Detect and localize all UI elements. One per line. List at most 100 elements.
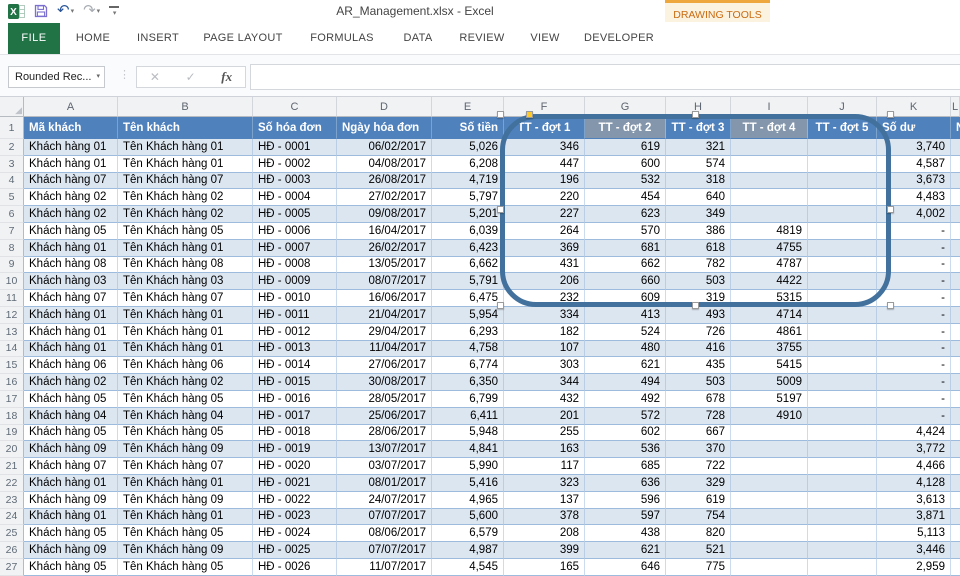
cell-A24[interactable]: Khách hàng 01: [24, 509, 118, 526]
cell-C9[interactable]: HĐ - 0008: [253, 257, 337, 274]
cell-L11[interactable]: [951, 290, 960, 307]
cell-L3[interactable]: [951, 156, 960, 173]
cell-H22[interactable]: 329: [666, 475, 731, 492]
cell-K20[interactable]: 3,772: [877, 441, 951, 458]
cell-E4[interactable]: 4,719: [432, 173, 504, 190]
row-header-1[interactable]: 1: [0, 117, 24, 139]
cell-A2[interactable]: Khách hàng 01: [24, 139, 118, 156]
cell-B18[interactable]: Tên Khách hàng 04: [118, 408, 253, 425]
cell-H23[interactable]: 619: [666, 492, 731, 509]
row-header-9[interactable]: 9: [0, 257, 24, 274]
cell-D20[interactable]: 13/07/2017: [337, 441, 432, 458]
row-header-27[interactable]: 27: [0, 559, 24, 576]
header-cell[interactable]: N: [951, 117, 960, 139]
tab-page-layout[interactable]: PAGE LAYOUT: [203, 22, 282, 54]
cell-A16[interactable]: Khách hàng 02: [24, 374, 118, 391]
cell-B19[interactable]: Tên Khách hàng 05: [118, 425, 253, 442]
cell-J12[interactable]: [808, 307, 877, 324]
cell-E9[interactable]: 6,662: [432, 257, 504, 274]
cell-A11[interactable]: Khách hàng 07: [24, 290, 118, 307]
cell-I27[interactable]: [731, 559, 808, 576]
cell-K12[interactable]: -: [877, 307, 951, 324]
cell-B16[interactable]: Tên Khách hàng 02: [118, 374, 253, 391]
cell-D10[interactable]: 08/07/2017: [337, 273, 432, 290]
cell-I17[interactable]: 5197: [731, 391, 808, 408]
row-header-3[interactable]: 3: [0, 156, 24, 173]
cell-F19[interactable]: 255: [504, 425, 585, 442]
shape-resize-handle[interactable]: [497, 206, 504, 213]
cell-D6[interactable]: 09/08/2017: [337, 206, 432, 223]
tab-insert[interactable]: INSERT: [137, 22, 179, 54]
cell-A27[interactable]: Khách hàng 05: [24, 559, 118, 576]
cell-K17[interactable]: -: [877, 391, 951, 408]
row-header-2[interactable]: 2: [0, 139, 24, 156]
cell-J19[interactable]: [808, 425, 877, 442]
row-header-24[interactable]: 24: [0, 509, 24, 526]
cell-E8[interactable]: 6,423: [432, 240, 504, 257]
cell-J15[interactable]: [808, 357, 877, 374]
cell-L7[interactable]: [951, 223, 960, 240]
cell-A6[interactable]: Khách hàng 02: [24, 206, 118, 223]
cell-J27[interactable]: [808, 559, 877, 576]
cell-L26[interactable]: [951, 542, 960, 559]
cell-C15[interactable]: HĐ - 0014: [253, 357, 337, 374]
cell-F14[interactable]: 107: [504, 341, 585, 358]
cell-G17[interactable]: 492: [585, 391, 666, 408]
cell-H19[interactable]: 667: [666, 425, 731, 442]
cell-L19[interactable]: [951, 425, 960, 442]
cell-C2[interactable]: HĐ - 0001: [253, 139, 337, 156]
cell-A22[interactable]: Khách hàng 01: [24, 475, 118, 492]
cell-L27[interactable]: [951, 559, 960, 576]
row-header-19[interactable]: 19: [0, 425, 24, 442]
cell-A5[interactable]: Khách hàng 02: [24, 189, 118, 206]
cell-H27[interactable]: 775: [666, 559, 731, 576]
cell-B4[interactable]: Tên Khách hàng 07: [118, 173, 253, 190]
cell-L18[interactable]: [951, 408, 960, 425]
cell-B25[interactable]: Tên Khách hàng 05: [118, 525, 253, 542]
cell-F23[interactable]: 137: [504, 492, 585, 509]
cell-C21[interactable]: HĐ - 0020: [253, 458, 337, 475]
cell-L5[interactable]: [951, 189, 960, 206]
cell-B24[interactable]: Tên Khách hàng 01: [118, 509, 253, 526]
cell-J16[interactable]: [808, 374, 877, 391]
cell-A26[interactable]: Khách hàng 09: [24, 542, 118, 559]
cell-I22[interactable]: [731, 475, 808, 492]
cell-H26[interactable]: 521: [666, 542, 731, 559]
cell-E14[interactable]: 4,758: [432, 341, 504, 358]
cell-C18[interactable]: HĐ - 0017: [253, 408, 337, 425]
cell-E23[interactable]: 4,965: [432, 492, 504, 509]
shape-resize-handle[interactable]: [497, 302, 504, 309]
cell-G22[interactable]: 636: [585, 475, 666, 492]
cell-L23[interactable]: [951, 492, 960, 509]
cell-B10[interactable]: Tên Khách hàng 03: [118, 273, 253, 290]
row-header-8[interactable]: 8: [0, 240, 24, 257]
cell-A4[interactable]: Khách hàng 07: [24, 173, 118, 190]
cell-J14[interactable]: [808, 341, 877, 358]
cell-E17[interactable]: 6,799: [432, 391, 504, 408]
header-cell[interactable]: Ngày hóa đơn: [337, 117, 432, 139]
cell-H15[interactable]: 435: [666, 357, 731, 374]
cell-J24[interactable]: [808, 509, 877, 526]
cell-G15[interactable]: 621: [585, 357, 666, 374]
shape-adjust-handle[interactable]: [526, 111, 533, 118]
cell-K14[interactable]: -: [877, 341, 951, 358]
cell-B3[interactable]: Tên Khách hàng 01: [118, 156, 253, 173]
cell-E15[interactable]: 6,774: [432, 357, 504, 374]
header-cell[interactable]: Tên khách: [118, 117, 253, 139]
cell-A21[interactable]: Khách hàng 07: [24, 458, 118, 475]
column-header-D[interactable]: D: [337, 97, 432, 117]
tab-data[interactable]: DATA: [404, 22, 433, 54]
cell-F27[interactable]: 165: [504, 559, 585, 576]
cell-B9[interactable]: Tên Khách hàng 08: [118, 257, 253, 274]
row-header-4[interactable]: 4: [0, 173, 24, 190]
cell-B13[interactable]: Tên Khách hàng 01: [118, 324, 253, 341]
row-header-26[interactable]: 26: [0, 542, 24, 559]
cell-L22[interactable]: [951, 475, 960, 492]
redo-dropdown-icon[interactable]: ▾: [97, 7, 101, 15]
shape-resize-handle[interactable]: [692, 111, 699, 118]
cell-K18[interactable]: -: [877, 408, 951, 425]
cell-K24[interactable]: 3,871: [877, 509, 951, 526]
cell-G18[interactable]: 572: [585, 408, 666, 425]
cell-E2[interactable]: 5,026: [432, 139, 504, 156]
row-header-5[interactable]: 5: [0, 189, 24, 206]
